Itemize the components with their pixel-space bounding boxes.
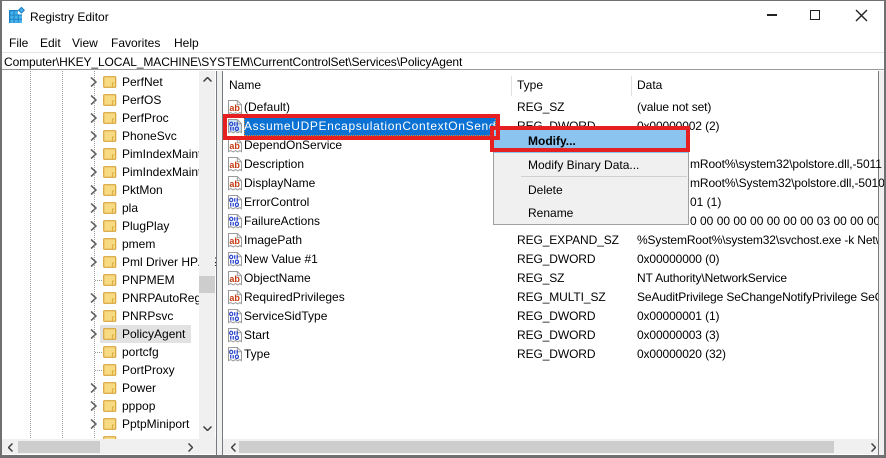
svg-text:ab: ab — [229, 141, 240, 151]
svg-text:ab: ab — [229, 179, 240, 189]
svg-text:ab: ab — [229, 160, 240, 170]
svg-text:ab: ab — [229, 274, 240, 284]
svg-text:ab: ab — [229, 236, 240, 246]
svg-text:ab: ab — [229, 293, 240, 303]
svg-text:ab: ab — [229, 102, 240, 112]
